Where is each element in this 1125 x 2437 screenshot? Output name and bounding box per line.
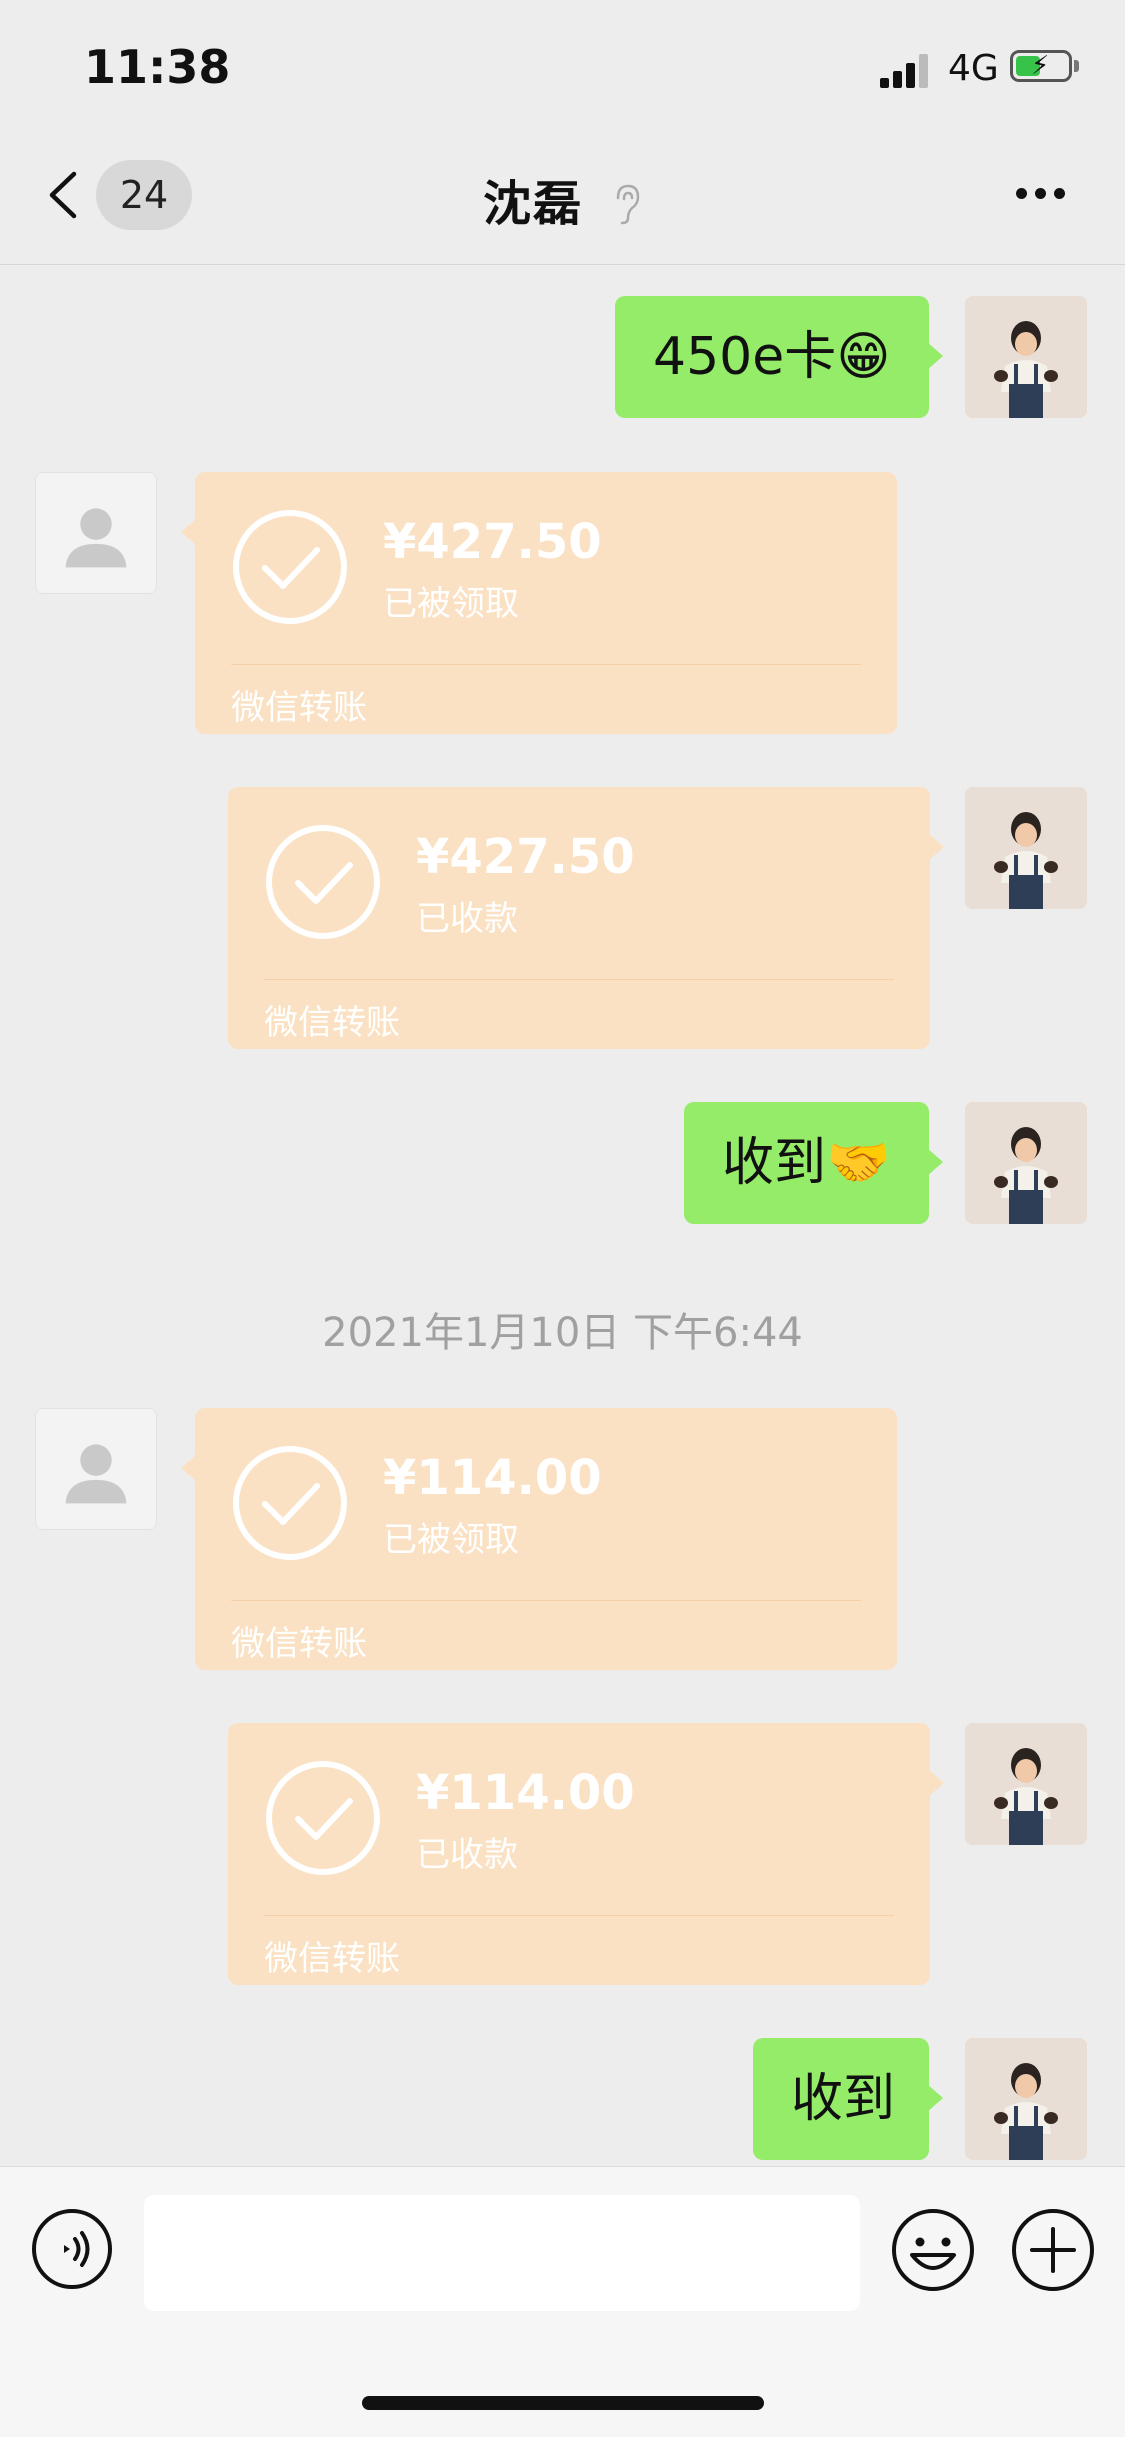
ear-muted-icon [616, 184, 640, 225]
battery-tip [1074, 60, 1079, 72]
transfer-divider [264, 979, 894, 980]
message-bubble-sent[interactable]: 450e卡😁 [615, 296, 943, 418]
avatar-self[interactable] [965, 2038, 1087, 2160]
transfer-amount: ¥114.00 [383, 1450, 602, 1506]
check-circle-icon [264, 1759, 382, 1877]
transfer-divider [264, 1915, 894, 1916]
transfer-divider [231, 664, 861, 665]
transfer-divider [231, 1600, 861, 1601]
network-type: 4G [948, 48, 999, 89]
chat-timestamp: 2021年1月10日 下午6:44 [322, 1310, 803, 1356]
transfer-amount: ¥427.50 [383, 514, 602, 570]
transfer-status: 已收款 [416, 1835, 518, 1875]
message-input[interactable] [144, 2195, 860, 2311]
avatar-self[interactable] [965, 787, 1087, 909]
avatar-self[interactable] [965, 1723, 1087, 1845]
transfer-amount: ¥427.50 [416, 829, 635, 885]
transfer-status: 已被领取 [383, 1520, 519, 1560]
transfer-card-sent[interactable]: ¥427.50 已收款 微信转账 [228, 787, 944, 1049]
avatar-self[interactable] [965, 1102, 1087, 1224]
status-time: 11:38 [84, 40, 231, 94]
battery-icon: ⚡ [1010, 50, 1072, 82]
avatar-peer[interactable] [35, 472, 157, 594]
chat-header: 24 沈磊 [0, 130, 1125, 265]
check-circle-icon [231, 508, 349, 626]
message-bubble-sent[interactable]: 收到🤝 [684, 1102, 943, 1224]
transfer-amount: ¥114.00 [416, 1765, 635, 1821]
avatar-peer[interactable] [35, 1408, 157, 1530]
check-circle-icon [231, 1444, 349, 1562]
message-bubble-sent[interactable]: 收到 [753, 2038, 943, 2160]
check-circle-icon [264, 823, 382, 941]
signal-icon [880, 54, 932, 88]
avatar-self[interactable] [965, 296, 1087, 418]
transfer-card-sent[interactable]: ¥114.00 已收款 微信转账 [228, 1723, 944, 1985]
chat-title-row: 沈磊 [0, 164, 1125, 234]
chat-title: 沈磊 [483, 176, 584, 232]
transfer-label: 微信转账 [264, 1939, 400, 1979]
status-bar: 11:38 4G ⚡ [0, 0, 1125, 130]
transfer-status: 已收款 [416, 899, 518, 939]
emoji-icon[interactable] [890, 2207, 976, 2293]
plus-icon[interactable] [1010, 2207, 1096, 2293]
transfer-status: 已被领取 [383, 584, 519, 624]
transfer-label: 微信转账 [231, 688, 367, 728]
transfer-label: 微信转账 [231, 1624, 367, 1664]
home-indicator[interactable] [362, 2396, 764, 2410]
transfer-card-received[interactable]: ¥427.50 已被领取 微信转账 [181, 472, 897, 734]
more-dots-icon[interactable] [1012, 184, 1070, 204]
voice-input-icon[interactable] [30, 2207, 114, 2291]
transfer-label: 微信转账 [264, 1003, 400, 1043]
transfer-card-received[interactable]: ¥114.00 已被领取 微信转账 [181, 1408, 897, 1670]
